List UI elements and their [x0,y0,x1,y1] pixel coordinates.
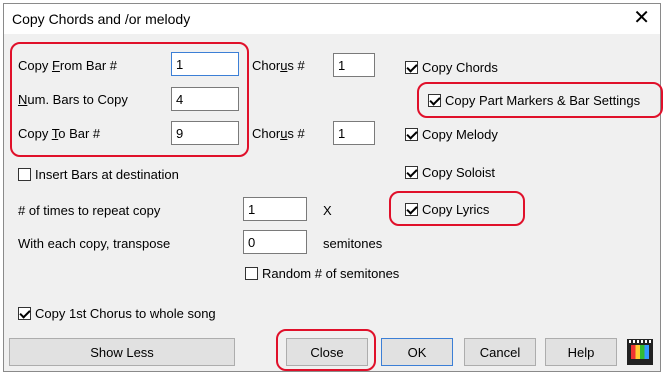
chorus-label-2: Chorus # [252,126,305,141]
checkbox-check-icon [405,203,418,216]
copy-soloist-checkbox[interactable]: Copy Soloist [405,165,495,180]
copy-to-bar-label: Copy To Bar # [18,126,101,141]
close-icon[interactable]: ✕ [633,7,650,29]
num-bars-input[interactable] [171,87,239,111]
times-repeat-label: # of times to repeat copy [18,203,161,218]
num-bars-label: Num. Bars to Copy [18,92,128,107]
film-icon[interactable] [627,339,653,365]
cancel-button[interactable]: Cancel [464,338,536,366]
checkbox-check-icon [18,307,31,320]
title-bar: Copy Chords and /or melody ✕ [4,4,660,34]
times-suffix: X [323,203,332,218]
window-title: Copy Chords and /or melody [12,11,191,27]
copy-from-bar-input[interactable] [171,52,239,76]
copy-to-bar-input[interactable] [171,121,239,145]
checkbox-check-icon [405,128,418,141]
random-semitones-checkbox[interactable]: Random # of semitones [245,266,399,281]
close-button[interactable]: Close [286,338,368,366]
copy-from-bar-label: Copy From Bar # [18,58,117,73]
copy-chords-checkbox[interactable]: Copy Chords [405,60,498,75]
transpose-input[interactable] [243,230,307,254]
copy-lyrics-checkbox[interactable]: Copy Lyrics [405,202,489,217]
transpose-suffix: semitones [323,236,383,251]
ok-button[interactable]: OK [381,338,453,366]
copy-part-markers-checkbox[interactable]: Copy Part Markers & Bar Settings [428,93,640,108]
checkbox-check-icon [428,94,441,107]
copy-1st-chorus-checkbox[interactable]: Copy 1st Chorus to whole song [18,306,216,321]
checkbox-empty-icon [18,168,31,181]
checkbox-check-icon [405,166,418,179]
chorus-input-2[interactable] [333,121,375,145]
copy-melody-checkbox[interactable]: Copy Melody [405,127,498,142]
times-repeat-input[interactable] [243,197,307,221]
checkbox-check-icon [405,61,418,74]
chorus-label-1: Chorus # [252,58,305,73]
show-less-button[interactable]: Show Less [9,338,235,366]
transpose-label: With each copy, transpose [18,236,171,251]
chorus-input-1[interactable] [333,53,375,77]
help-button[interactable]: Help [545,338,617,366]
insert-bars-checkbox[interactable]: Insert Bars at destination [18,167,179,182]
checkbox-empty-icon [245,267,258,280]
